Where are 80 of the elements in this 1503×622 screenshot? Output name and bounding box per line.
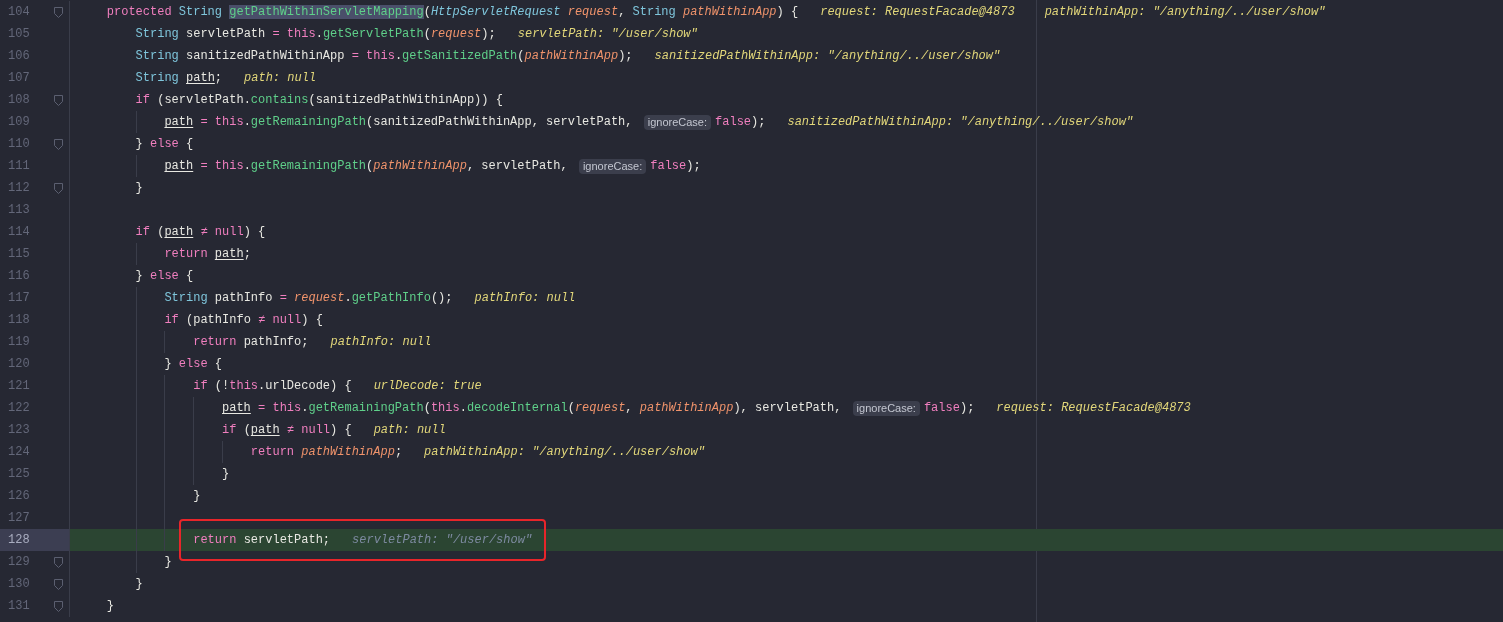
line-number: 118: [7, 312, 31, 329]
code-text: }: [106, 598, 114, 615]
code-text: String sanitizedPathWithinApp = this.getSanitizedPath(pathWithinApp);: [135, 48, 633, 65]
line-number: 105: [7, 26, 31, 43]
line-number: 122: [7, 400, 31, 417]
fold-marker-icon[interactable]: [54, 578, 63, 590]
line-number: 120: [7, 356, 31, 373]
code-text: if (servletPath.contains(sanitizedPathWithinApp)) {: [135, 92, 503, 109]
line-number: 128: [7, 532, 31, 549]
line-number: 111: [7, 158, 31, 175]
code-text: return servletPath;: [193, 532, 331, 549]
code-text: path = this.getRemainingPath(this.decodeInternal(request, pathWithinApp), servletPath,: [222, 400, 843, 417]
code-text: String pathInfo = request.getPathInfo();: [164, 290, 453, 307]
fold-marker-icon[interactable]: [54, 94, 63, 106]
debug-value: urlDecode: true: [373, 378, 482, 395]
code-text: if (path ≠ null) {: [135, 224, 266, 241]
debug-value: path: null: [244, 70, 317, 87]
code-text: }: [164, 554, 172, 571]
line-number: 110: [7, 136, 31, 153]
fold-marker-icon[interactable]: [54, 600, 63, 612]
code-text: if (pathInfo ≠ null) {: [164, 312, 323, 329]
line-number: 117: [7, 290, 31, 307]
code-text: if (!this.urlDecode) {: [193, 378, 352, 395]
code-text: path = this.getRemainingPath(pathWithinApp, servletPath,: [164, 158, 569, 175]
line-number: 119: [7, 334, 31, 351]
debug-value: pathInfo: null: [474, 290, 576, 307]
line-number: 123: [7, 422, 31, 439]
code-text: false);: [715, 114, 766, 131]
fold-marker-icon[interactable]: [54, 556, 63, 568]
code-text: if (path ≠ null) {: [222, 422, 352, 439]
debug-value: servletPath: "/user/show": [517, 26, 698, 43]
line-number: 109: [7, 114, 31, 131]
debug-value: pathWithinApp: "/anything/../user/show": [424, 444, 705, 461]
debug-value: pathWithinApp: "/anything/../user/show": [1044, 4, 1326, 21]
parameter-hint: ignoreCase:: [643, 114, 712, 130]
code-text: } else {: [135, 268, 194, 285]
code-text: String servletPath = this.getServletPath(request);: [135, 26, 496, 43]
line-number: 121: [7, 378, 31, 395]
parameter-hint: ignoreCase:: [852, 400, 920, 416]
code-text: return pathWithinApp;: [250, 444, 403, 461]
line-number: 108: [7, 92, 31, 109]
code-text: protected String getPathWithinServletMapping(HttpServletRequest request, String pathWithinApp) {: [106, 4, 799, 21]
debug-value: sanitizedPathWithinApp: "/anything/../user/show": [654, 48, 1001, 65]
line-number: 114: [7, 224, 31, 241]
line-number: 113: [7, 202, 31, 219]
line-number: 116: [7, 268, 31, 285]
code-text: String path;: [135, 70, 223, 87]
line-number: 127: [7, 510, 31, 527]
code-text: path = this.getRemainingPath(sanitizedPathWithinApp, servletPath,: [164, 114, 634, 131]
fold-marker-icon[interactable]: [54, 182, 63, 194]
code-text: }: [135, 576, 143, 593]
code-text: false);: [923, 400, 975, 417]
debug-value: request: RequestFacade@4873: [996, 400, 1191, 417]
code-text: return path;: [164, 246, 251, 263]
code-text: return pathInfo;: [193, 334, 309, 351]
line-number: 125: [7, 466, 31, 483]
line-number: 129: [7, 554, 31, 571]
code-text: }: [193, 488, 201, 505]
line-number: 106: [7, 48, 31, 65]
code-text: }: [135, 180, 143, 197]
debug-value: request: RequestFacade@4873: [820, 4, 1015, 21]
code-text: } else {: [164, 356, 223, 373]
debug-value: path: null: [373, 422, 446, 439]
line-number: 131: [7, 598, 31, 615]
fold-marker-icon[interactable]: [54, 138, 63, 150]
debug-value: sanitizedPathWithinApp: "/anything/../user/show": [787, 114, 1134, 131]
code-text: false);: [650, 158, 701, 175]
debug-value: servletPath: "/user/show": [352, 532, 533, 549]
line-number: 124: [7, 444, 31, 461]
code-text: }: [222, 466, 230, 483]
fold-marker-icon[interactable]: [54, 6, 63, 18]
code-text: } else {: [135, 136, 194, 153]
line-number: 115: [7, 246, 31, 263]
line-number: 126: [7, 488, 31, 505]
line-number: 104: [7, 4, 31, 21]
line-number: 107: [7, 70, 31, 87]
parameter-hint: ignoreCase:: [578, 158, 647, 174]
line-number: 112: [7, 180, 31, 197]
debug-value: pathInfo: null: [330, 334, 432, 351]
line-number: 130: [7, 576, 31, 593]
